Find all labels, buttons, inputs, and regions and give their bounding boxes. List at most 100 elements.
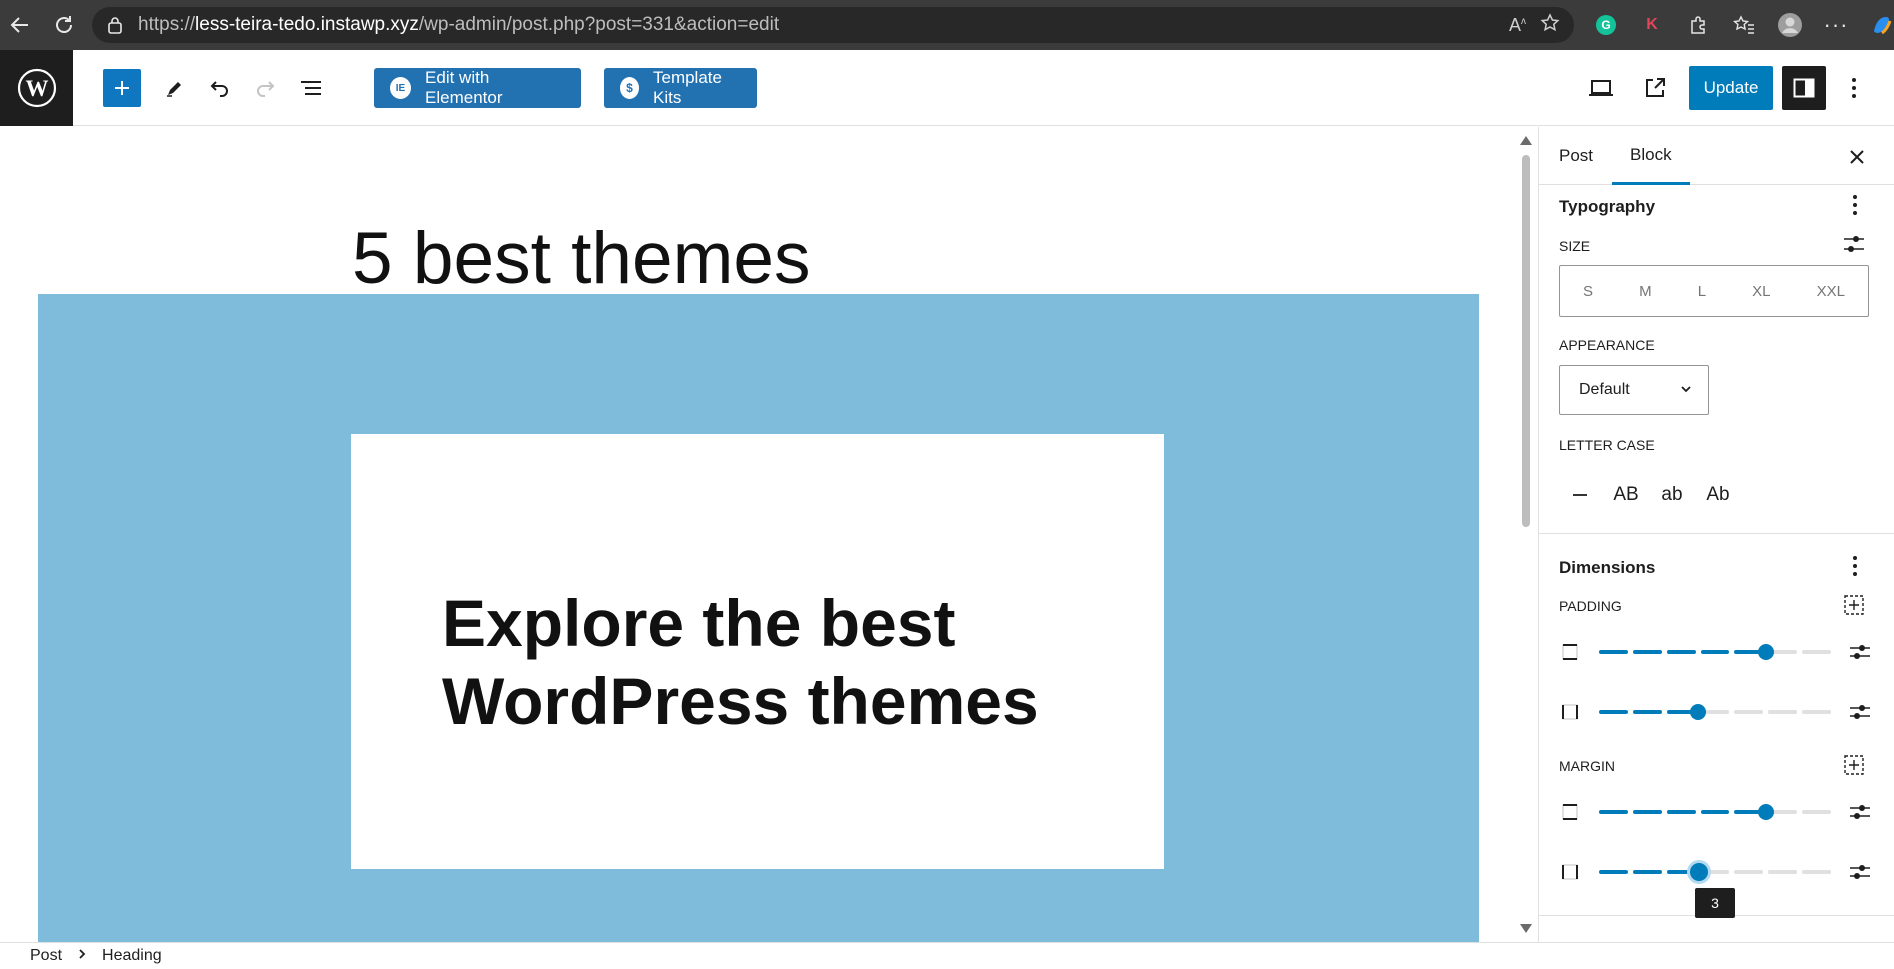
svg-text:W: W [25,76,48,101]
size-option-l[interactable]: L [1698,283,1706,300]
extensions-puzzle-icon[interactable] [1682,9,1714,41]
letter-case-capitalize-button[interactable]: Ab [1695,475,1741,515]
grammarly-icon[interactable]: G [1590,9,1622,41]
size-option-xxl[interactable]: XXL [1817,283,1845,300]
block-breadcrumb: Post Heading [0,942,1894,969]
letter-case-options: AB ab Ab [1557,475,1741,515]
slider-step [1734,870,1764,874]
padding-vertical-track[interactable] [1599,644,1831,660]
profile-avatar-icon[interactable] [1774,9,1806,41]
url-path: /wp-admin/post.php?post=331&action=edit [418,14,780,35]
undo-icon[interactable] [201,69,239,107]
slider-thumb[interactable] [1757,804,1774,820]
close-sidebar-icon[interactable] [1848,142,1866,173]
favorite-star-icon[interactable] [1540,12,1560,38]
tab-block[interactable]: Block [1612,127,1690,185]
size-option-xl[interactable]: XL [1752,283,1770,300]
update-button[interactable]: Update [1689,66,1773,110]
chevron-down-icon [1680,381,1692,397]
appearance-value: Default [1579,381,1630,398]
margin-horizontal-track[interactable] [1599,863,1831,881]
margin-vertical-slider[interactable] [1557,797,1875,827]
slider-step [1599,870,1628,874]
browser-toolbar: https://less-teira-tedo.instawp.xyz/wp-a… [0,0,1894,50]
heading-line-1: Explore the best [442,586,956,660]
edit-with-elementor-button[interactable]: IE Edit with Elementor [374,68,581,108]
scroll-down-arrow-icon[interactable] [1520,924,1532,933]
letter-case-lowercase-button[interactable]: ab [1649,475,1695,515]
browser-menu-icon[interactable]: ··· [1820,9,1852,41]
padding-vertical-slider[interactable] [1557,637,1875,667]
k-extension-icon[interactable]: K [1636,9,1668,41]
scroll-up-arrow-icon[interactable] [1520,136,1532,145]
svg-text:G: G [1601,18,1610,32]
slider-value-tooltip: 3 [1695,888,1735,918]
template-kits-button[interactable]: $ Template Kits [604,68,757,108]
padding-horizontal-slider[interactable] [1557,697,1875,727]
padding-horizontal-custom-icon[interactable] [1849,701,1871,723]
margin-horizontal-custom-icon[interactable] [1849,861,1871,883]
slider-step [1632,650,1662,654]
padding-vertical-custom-icon[interactable] [1849,641,1871,663]
letter-case-uppercase-button[interactable]: AB [1603,475,1649,515]
template-kits-label: Template Kits [652,68,722,107]
settings-sidebar-toggle-icon[interactable] [1782,66,1826,110]
slider-thumb[interactable] [1757,644,1774,660]
slider-thumb[interactable] [1690,863,1709,881]
site-info-icon[interactable] [106,16,124,34]
canvas-scrollbar[interactable] [1515,127,1537,942]
address-bar[interactable]: https://less-teira-tedo.instawp.xyz/wp-a… [92,7,1574,43]
size-option-s[interactable]: S [1583,283,1593,300]
read-aloud-icon[interactable]: Aʌ [1509,15,1526,36]
slider-thumb[interactable] [1690,704,1707,720]
custom-size-icon[interactable] [1843,234,1865,259]
url-prefix: https:// [138,14,196,35]
favorites-icon[interactable] [1728,9,1760,41]
settings-sidebar: Post Block Typography SIZE S M L XL XXL … [1538,127,1894,942]
slider-step [1599,810,1628,814]
appearance-select[interactable]: Default [1559,365,1709,415]
reload-icon[interactable] [46,7,82,43]
redo-icon[interactable] [246,69,284,107]
cover-block[interactable]: Explore the best WordPress themes [38,294,1479,942]
wordpress-logo-icon[interactable]: W [0,49,73,126]
padding-link-sides-icon[interactable] [1843,594,1865,621]
dimensions-options-icon[interactable] [1852,555,1858,577]
padding-vertical-icon [1562,644,1578,660]
breadcrumb-heading[interactable]: Heading [102,947,162,965]
slider-step [1666,650,1696,654]
size-label: SIZE [1559,238,1591,254]
back-arrow-icon[interactable] [2,7,38,43]
copilot-icon[interactable] [1866,9,1894,41]
slider-step [1632,710,1662,714]
heading-block[interactable]: Explore the best WordPress themes [442,584,1039,740]
margin-vertical-custom-icon[interactable] [1849,801,1871,823]
view-post-external-icon[interactable] [1636,69,1674,107]
preview-desktop-icon[interactable] [1582,69,1620,107]
padding-horizontal-track[interactable] [1599,704,1831,720]
group-block[interactable]: Explore the best WordPress themes [351,434,1164,869]
tab-post[interactable]: Post [1559,127,1593,185]
url-host: less-teira-tedo.instawp.xyz [195,14,419,35]
dimensions-panel-title[interactable]: Dimensions [1559,558,1655,578]
document-overview-icon[interactable] [292,69,330,107]
slider-step [1734,710,1764,714]
size-option-m[interactable]: M [1639,283,1652,300]
canvas-scroll-thumb[interactable] [1522,155,1530,527]
tools-pencil-icon[interactable] [156,69,194,107]
typography-panel-title[interactable]: Typography [1559,197,1655,217]
letter-case-none-icon[interactable] [1557,475,1603,515]
typography-options-icon[interactable] [1852,194,1858,216]
slider-step [1768,710,1798,714]
editor-toolbar: W IE Edit with Elementor $ Template Kits… [0,49,1894,126]
post-title[interactable]: 5 best themes [352,217,811,300]
breadcrumb-post[interactable]: Post [30,947,62,965]
margin-horizontal-icon [1562,864,1578,880]
margin-link-sides-icon[interactable] [1843,754,1865,781]
margin-vertical-track[interactable] [1599,804,1831,820]
margin-horizontal-slider[interactable] [1557,857,1875,887]
font-size-picker: S M L XL XXL [1559,265,1869,317]
slider-step [1768,870,1798,874]
add-block-button[interactable] [103,69,141,107]
options-kebab-icon[interactable] [1835,69,1873,107]
